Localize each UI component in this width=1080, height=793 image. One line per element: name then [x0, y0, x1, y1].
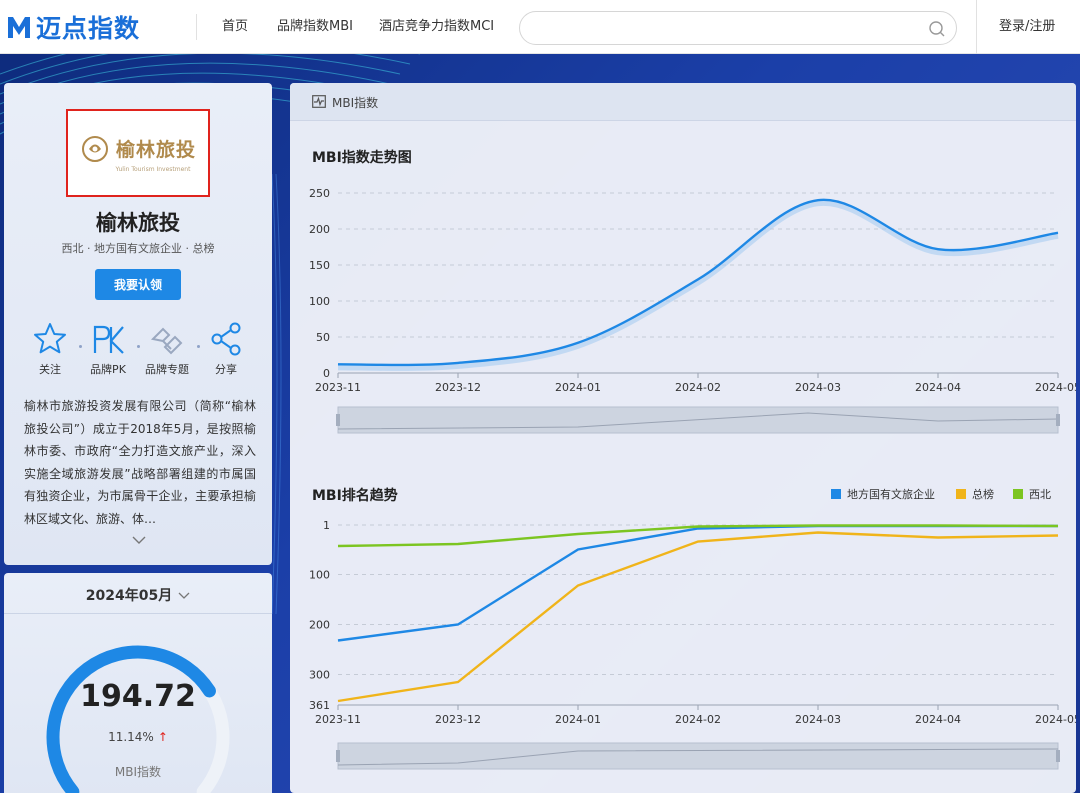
pk-icon [93, 325, 124, 354]
legend-swatch [1013, 489, 1023, 499]
header-divider [196, 14, 197, 40]
zoom-slider [337, 742, 1059, 770]
chevron-down-icon[interactable] [132, 535, 146, 545]
mbi-trend-chart: 0 50 100 150 200 250 2023-11 2023-12 2024-01 2024… [309, 187, 1076, 434]
share-action[interactable]: 分享 [196, 321, 256, 377]
chart-pulse-icon [312, 95, 326, 108]
period-label: 2024年05月 [85, 588, 173, 604]
y-tick-label: 50 [316, 331, 330, 344]
mbi-change-value: 11.14% [108, 730, 154, 744]
login-link[interactable]: 登录/注册 [999, 0, 1055, 54]
x-tick-label: 2024-03 [795, 713, 841, 726]
legend-label: 总榜 [972, 488, 994, 501]
y-tick-label: 100 [309, 569, 330, 582]
y-tick-label: 200 [309, 619, 330, 632]
brand-emblem-icon [81, 135, 108, 162]
follow-action[interactable]: 关注 [20, 321, 80, 377]
site-name: 迈点指数 [36, 14, 141, 43]
y-tick-label: 361 [309, 699, 330, 712]
share-label: 分享 [215, 363, 237, 376]
search-box [519, 11, 957, 45]
brand-name: 榆林旅投 [96, 211, 180, 235]
zoom-handle-right [1056, 750, 1060, 762]
header-divider [976, 0, 977, 54]
site-logo[interactable]: 迈点指数 [6, 10, 140, 44]
zoom-handle-right [1056, 414, 1060, 426]
panel-header: MBI指数 [290, 83, 1076, 121]
y-tick-label: 250 [309, 187, 330, 200]
nav-mbi[interactable]: 品牌指数MBI [277, 0, 353, 54]
brand-logo-title: 榆林旅投 [115, 139, 196, 161]
mbi-value: 194.72 [80, 679, 196, 714]
star-icon [34, 323, 66, 354]
x-tick-label: 2024-05 [1035, 381, 1076, 394]
x-tick-label: 2023-11 [315, 713, 361, 726]
search-input[interactable] [536, 18, 916, 38]
follow-label: 关注 [39, 363, 61, 376]
x-tick-label: 2024-04 [915, 713, 961, 726]
x-tick-label: 2024-01 [555, 381, 601, 394]
logo-m-icon [8, 17, 30, 38]
legend-item[interactable]: 地方国有文旅企业 [831, 486, 935, 502]
y-tick-label: 150 [309, 259, 330, 272]
handshake-icon [150, 327, 183, 355]
topic-action[interactable]: 品牌专题 [137, 321, 197, 377]
legend-swatch [831, 489, 841, 499]
divider [4, 613, 272, 614]
brand-profile-card: 榆林旅投 Yulin Tourism Investment 榆林旅投 西北 · … [4, 83, 272, 565]
brand-meta: 西北 · 地方国有文旅企业 · 总榜 [61, 242, 215, 255]
brand-description: 榆林市旅游投资发展有限公司（简称“榆林旅投公司”）成立于2018年5月，是按照榆… [24, 399, 256, 526]
legend-label: 西北 [1029, 488, 1051, 501]
x-tick-label: 2024-02 [675, 713, 721, 726]
up-arrow-icon: ↑ [157, 730, 168, 744]
mbi-rank-chart: 1 100 200 300 3612023-11 2023-12 2024-01 2024-0… [309, 519, 1076, 770]
chevron-down-icon [178, 592, 190, 599]
x-tick-label: 2024-01 [555, 713, 601, 726]
zoom-handle-left [336, 414, 340, 426]
share-icon [211, 322, 241, 356]
claim-button[interactable]: 我要认领 [95, 269, 181, 300]
brand-logo-subtitle: Yulin Tourism Investment [115, 165, 191, 173]
x-tick-label: 2023-12 [435, 713, 481, 726]
top-header: 迈点指数 首页 品牌指数MBI 酒店竞争力指数MCI 登录/注册 [0, 0, 1080, 54]
topic-label: 品牌专题 [145, 363, 189, 376]
x-tick-label: 2024-04 [915, 381, 961, 394]
mbi-change: 11.14% ↑ [4, 730, 272, 744]
nav-mci[interactable]: 酒店竞争力指数MCI [379, 0, 494, 54]
trend-chart-title: MBI指数走势图 [312, 150, 412, 166]
x-tick-label: 2023-11 [315, 381, 361, 394]
nav-home[interactable]: 首页 [222, 0, 248, 54]
period-card: 2024年05月 194.72 11.14% ↑ MBI指数 [4, 573, 272, 793]
x-tick-label: 2024-02 [675, 381, 721, 394]
legend-item[interactable]: 西北 [1013, 486, 1051, 502]
mbi-panel: MBI指数 MBI指数走势图 0 50 100 150 200 250 2023-11 202… [290, 83, 1076, 793]
y-tick-label: 1 [323, 519, 330, 532]
period-select[interactable]: 2024年05月 [4, 585, 272, 605]
series-shadow [337, 200, 1059, 371]
search-icon[interactable] [928, 20, 946, 38]
rank-chart-title: MBI排名趋势 [312, 488, 398, 504]
zoom-handle-left [336, 750, 340, 762]
y-tick-label: 200 [309, 223, 330, 236]
mbi-label: MBI指数 [114, 765, 162, 779]
pk-action[interactable]: 品牌PK [78, 321, 138, 377]
x-tick-label: 2024-05 [1035, 713, 1076, 726]
y-tick-label: 0 [323, 367, 330, 380]
x-tick-label: 2024-03 [795, 381, 841, 394]
y-tick-label: 100 [309, 295, 330, 308]
brand-logo: 榆林旅投 Yulin Tourism Investment [66, 109, 210, 197]
panel-title: MBI指数 [332, 96, 379, 110]
x-tick-label: 2023-12 [435, 381, 481, 394]
legend-label: 地方国有文旅企业 [847, 488, 935, 501]
legend-swatch [956, 489, 966, 499]
series-line [337, 531, 1059, 703]
legend-item[interactable]: 总榜 [956, 486, 994, 502]
pk-label: 品牌PK [90, 363, 126, 376]
y-tick-label: 300 [309, 669, 330, 682]
